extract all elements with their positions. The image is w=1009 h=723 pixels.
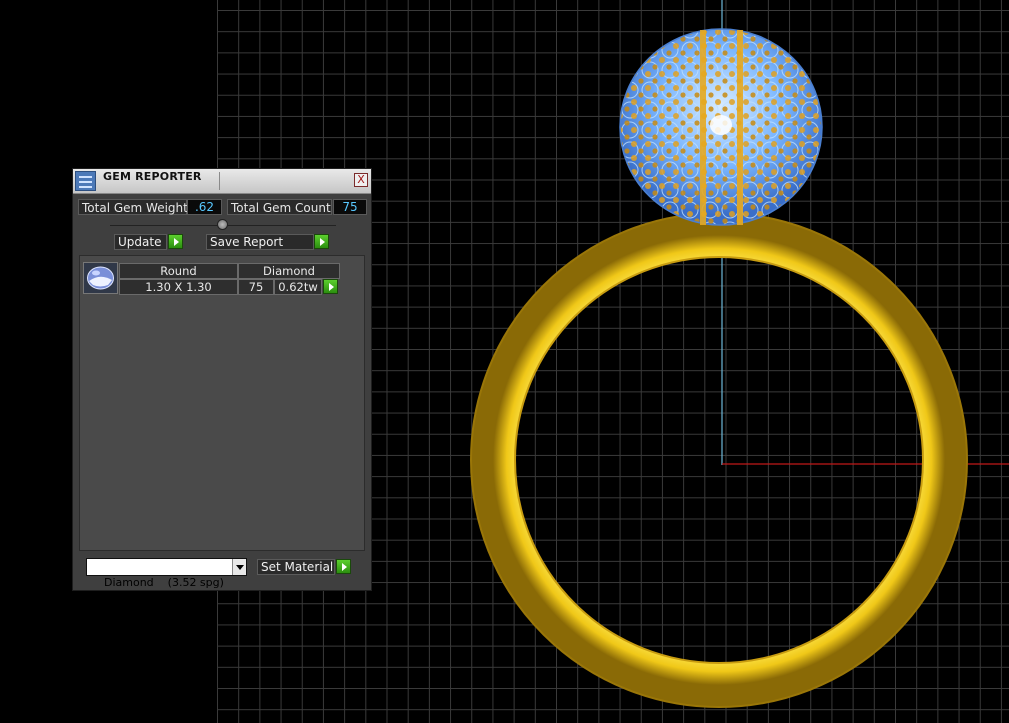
title-separator: [219, 172, 220, 190]
set-material-go-icon[interactable]: [336, 559, 351, 574]
panel-titlebar[interactable]: GEM REPORTER X: [73, 169, 371, 194]
panel-title: GEM REPORTER: [103, 170, 202, 183]
close-button[interactable]: X: [354, 173, 368, 187]
gem-material-cell: Diamond: [238, 263, 340, 279]
gem-reporter-panel: GEM REPORTER X Total Gem Weight .62 Tota…: [72, 168, 372, 591]
gem-count-cell: 75: [238, 279, 274, 295]
gem-cluster: [619, 28, 823, 226]
update-button[interactable]: Update: [114, 234, 167, 250]
gem-list: Round Diamond 1.30 X 1.30 75 0.62tw: [79, 255, 365, 551]
report-app-icon: [75, 171, 96, 191]
total-gem-weight-value: .62: [187, 199, 222, 215]
save-report-go-icon[interactable]: [314, 234, 329, 249]
gem-weight-cell: 0.62tw: [274, 279, 322, 295]
ring-band: [471, 213, 967, 707]
material-select-value: Diamond (3.52 spg): [104, 576, 224, 589]
total-gem-weight-label: Total Gem Weight: [78, 199, 188, 215]
chevron-down-icon[interactable]: [232, 559, 246, 575]
panel-slider-knob[interactable]: [217, 219, 228, 230]
total-gem-count-label: Total Gem Count: [227, 199, 332, 215]
round-gem-icon: [83, 262, 118, 294]
set-material-button[interactable]: Set Material: [257, 559, 335, 575]
update-go-icon[interactable]: [168, 234, 183, 249]
total-gem-count-value: 75: [333, 199, 367, 215]
gem-shape-cell: Round: [119, 263, 238, 279]
material-select[interactable]: Diamond (3.52 spg): [86, 558, 247, 589]
gem-row-go-icon[interactable]: [323, 279, 338, 294]
save-report-button[interactable]: Save Report: [206, 234, 314, 250]
gem-size-cell: 1.30 X 1.30: [119, 279, 238, 295]
